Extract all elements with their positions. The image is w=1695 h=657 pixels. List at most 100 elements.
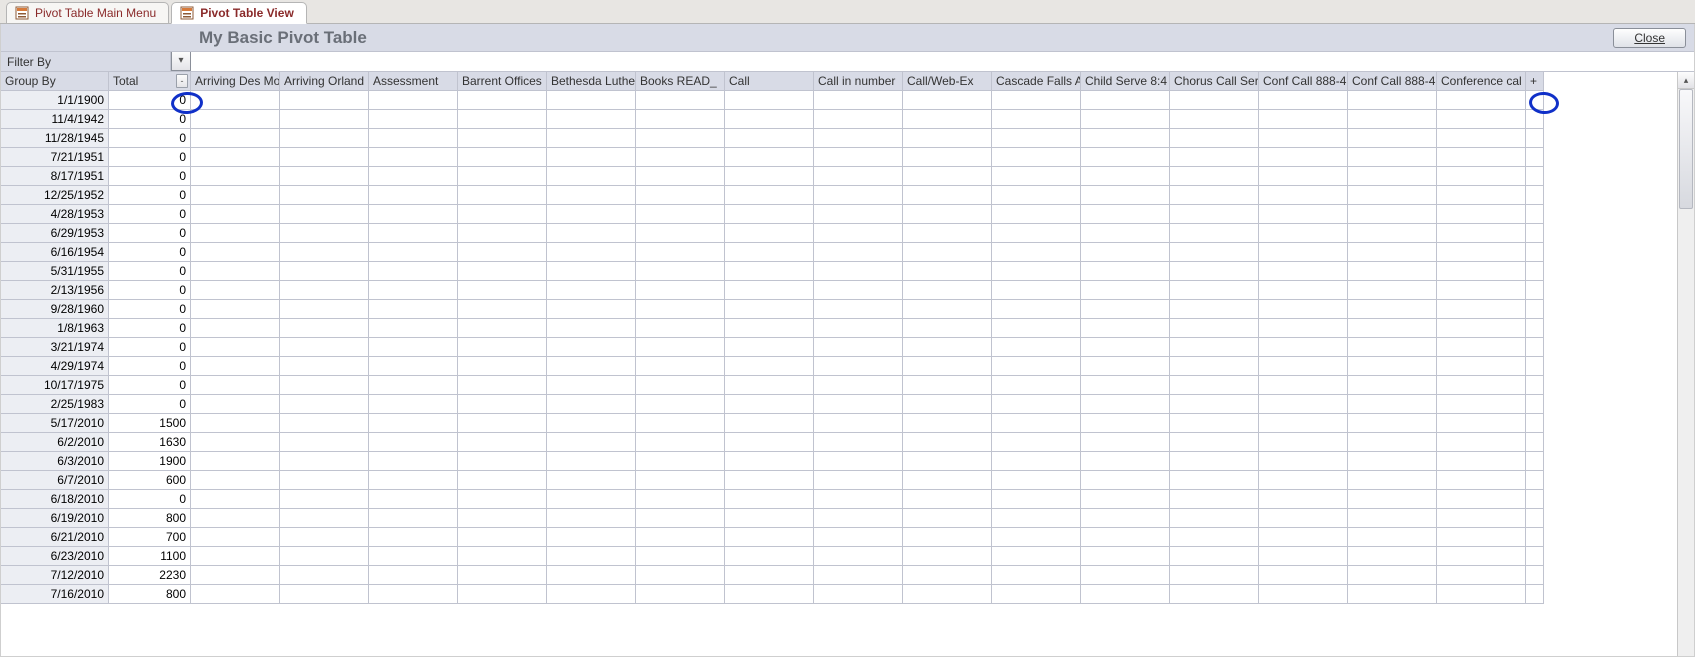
data-cell[interactable] bbox=[191, 262, 280, 281]
data-cell[interactable] bbox=[280, 186, 369, 205]
data-cell[interactable] bbox=[636, 91, 725, 110]
data-cell[interactable] bbox=[1437, 433, 1526, 452]
row-total[interactable]: 0 bbox=[109, 129, 191, 148]
data-cell[interactable] bbox=[992, 205, 1081, 224]
data-cell[interactable] bbox=[1259, 471, 1348, 490]
data-cell[interactable] bbox=[725, 471, 814, 490]
data-cell[interactable] bbox=[814, 395, 903, 414]
data-cell[interactable] bbox=[1259, 585, 1348, 604]
data-cell[interactable] bbox=[1081, 186, 1170, 205]
data-cell[interactable] bbox=[280, 376, 369, 395]
data-cell[interactable] bbox=[725, 547, 814, 566]
table-row[interactable]: 12/25/19520 bbox=[1, 186, 1544, 205]
row-date[interactable]: 9/28/1960 bbox=[1, 300, 109, 319]
data-cell[interactable] bbox=[1081, 224, 1170, 243]
data-cell[interactable] bbox=[458, 585, 547, 604]
row-date[interactable]: 6/19/2010 bbox=[1, 509, 109, 528]
data-cell[interactable] bbox=[903, 528, 992, 547]
data-cell[interactable] bbox=[191, 110, 280, 129]
data-cell[interactable] bbox=[1437, 224, 1526, 243]
column-header[interactable]: Assessment bbox=[369, 72, 458, 91]
data-cell[interactable] bbox=[1259, 528, 1348, 547]
row-total[interactable]: 1500 bbox=[109, 414, 191, 433]
data-cell[interactable] bbox=[725, 281, 814, 300]
data-cell[interactable] bbox=[547, 300, 636, 319]
row-date[interactable]: 7/16/2010 bbox=[1, 585, 109, 604]
data-cell[interactable] bbox=[369, 129, 458, 148]
data-cell[interactable] bbox=[1437, 167, 1526, 186]
data-cell[interactable] bbox=[1170, 186, 1259, 205]
row-total[interactable]: 1100 bbox=[109, 547, 191, 566]
data-cell[interactable] bbox=[903, 566, 992, 585]
row-date[interactable]: 4/29/1974 bbox=[1, 357, 109, 376]
table-row[interactable]: 6/19/2010800 bbox=[1, 509, 1544, 528]
data-cell[interactable] bbox=[903, 471, 992, 490]
data-cell[interactable] bbox=[191, 243, 280, 262]
data-cell[interactable] bbox=[191, 395, 280, 414]
data-cell[interactable] bbox=[1348, 585, 1437, 604]
data-cell[interactable] bbox=[1348, 414, 1437, 433]
column-header[interactable]: Books READ_ bbox=[636, 72, 725, 91]
data-cell[interactable] bbox=[547, 509, 636, 528]
data-cell[interactable] bbox=[725, 509, 814, 528]
table-row[interactable]: 1/8/19630 bbox=[1, 319, 1544, 338]
tab-main-menu[interactable]: Pivot Table Main Menu bbox=[6, 2, 169, 24]
data-cell[interactable] bbox=[636, 319, 725, 338]
data-cell[interactable] bbox=[1170, 148, 1259, 167]
data-cell[interactable] bbox=[903, 205, 992, 224]
data-cell[interactable] bbox=[1348, 262, 1437, 281]
data-cell[interactable] bbox=[903, 91, 992, 110]
data-cell[interactable] bbox=[1081, 300, 1170, 319]
column-header[interactable]: Call bbox=[725, 72, 814, 91]
data-cell[interactable] bbox=[1170, 262, 1259, 281]
table-row[interactable]: 11/28/19450 bbox=[1, 129, 1544, 148]
data-cell[interactable] bbox=[191, 300, 280, 319]
data-cell[interactable] bbox=[1170, 509, 1259, 528]
data-cell[interactable] bbox=[547, 414, 636, 433]
data-cell[interactable] bbox=[1259, 224, 1348, 243]
row-date[interactable]: 6/29/1953 bbox=[1, 224, 109, 243]
data-cell[interactable] bbox=[191, 471, 280, 490]
column-header[interactable]: Child Serve 8:4 bbox=[1081, 72, 1170, 91]
data-cell[interactable] bbox=[992, 338, 1081, 357]
data-cell[interactable] bbox=[1170, 528, 1259, 547]
data-cell[interactable] bbox=[547, 338, 636, 357]
data-cell[interactable] bbox=[814, 262, 903, 281]
data-cell[interactable] bbox=[547, 243, 636, 262]
data-cell[interactable] bbox=[814, 300, 903, 319]
data-cell[interactable] bbox=[1081, 509, 1170, 528]
data-cell[interactable] bbox=[725, 243, 814, 262]
data-cell[interactable] bbox=[458, 281, 547, 300]
data-cell[interactable] bbox=[369, 528, 458, 547]
data-cell[interactable] bbox=[814, 129, 903, 148]
data-cell[interactable] bbox=[280, 357, 369, 376]
table-row[interactable]: 7/12/20102230 bbox=[1, 566, 1544, 585]
data-cell[interactable] bbox=[636, 471, 725, 490]
data-cell[interactable] bbox=[547, 528, 636, 547]
data-cell[interactable] bbox=[280, 509, 369, 528]
data-cell[interactable] bbox=[814, 205, 903, 224]
row-total[interactable]: 0 bbox=[109, 167, 191, 186]
data-cell[interactable] bbox=[1170, 167, 1259, 186]
data-cell[interactable] bbox=[1170, 129, 1259, 148]
data-cell[interactable] bbox=[725, 566, 814, 585]
data-cell[interactable] bbox=[1081, 376, 1170, 395]
table-row[interactable]: 6/21/2010700 bbox=[1, 528, 1544, 547]
data-cell[interactable] bbox=[725, 91, 814, 110]
data-cell[interactable] bbox=[280, 566, 369, 585]
table-row[interactable]: 6/2/20101630 bbox=[1, 433, 1544, 452]
data-cell[interactable] bbox=[369, 243, 458, 262]
row-date[interactable]: 6/18/2010 bbox=[1, 490, 109, 509]
data-cell[interactable] bbox=[814, 414, 903, 433]
data-cell[interactable] bbox=[458, 414, 547, 433]
data-cell[interactable] bbox=[814, 186, 903, 205]
data-cell[interactable] bbox=[547, 433, 636, 452]
data-cell[interactable] bbox=[1348, 167, 1437, 186]
data-cell[interactable] bbox=[458, 357, 547, 376]
data-cell[interactable] bbox=[1348, 319, 1437, 338]
data-cell[interactable] bbox=[814, 167, 903, 186]
data-cell[interactable] bbox=[1259, 376, 1348, 395]
data-cell[interactable] bbox=[636, 186, 725, 205]
data-cell[interactable] bbox=[547, 224, 636, 243]
data-cell[interactable] bbox=[1259, 319, 1348, 338]
